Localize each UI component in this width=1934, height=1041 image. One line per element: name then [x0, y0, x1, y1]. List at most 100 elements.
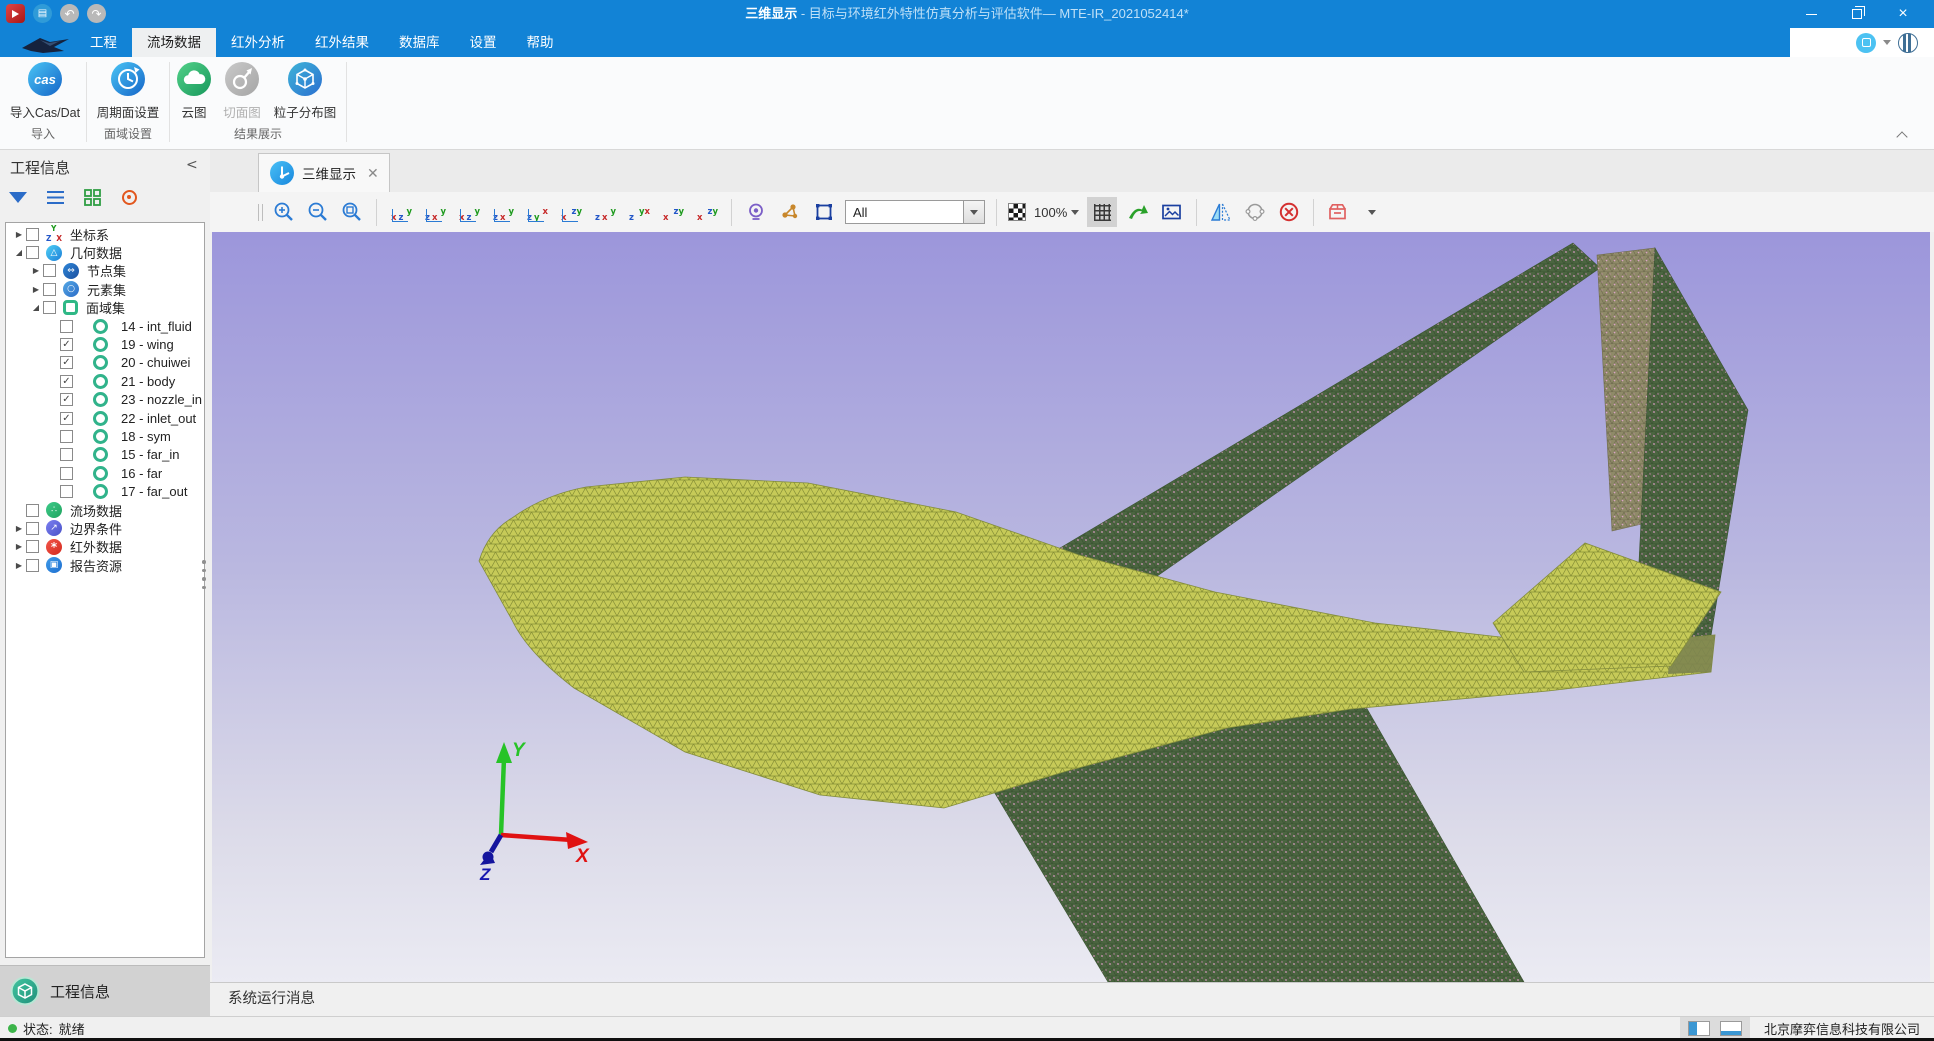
particle-distribution-button[interactable]: 粒子分布图 — [267, 60, 343, 121]
tree-checkbox[interactable] — [26, 504, 39, 517]
view-preset-7-button[interactable]: yzx — [592, 199, 618, 225]
tree-item-label[interactable]: 19 - wing — [121, 337, 174, 352]
tree-row[interactable]: ◢ 面域集 — [6, 299, 204, 317]
view-preset-5-button[interactable]: xzy — [524, 199, 550, 225]
tree-checkbox[interactable] — [26, 246, 39, 259]
tree-expander-icon[interactable]: ▶ — [12, 524, 26, 533]
tree-row[interactable]: ∴流场数据 — [6, 501, 204, 519]
archive-dropdown-caret[interactable] — [1359, 198, 1385, 226]
view-preset-2-button[interactable]: yzx — [422, 199, 448, 225]
tree-item-label[interactable]: 22 - inlet_out — [121, 411, 196, 426]
list-mode-button[interactable] — [41, 184, 69, 210]
view-preset-4-button[interactable]: yzx — [490, 199, 516, 225]
view-preset-9-button[interactable]: zyx — [660, 199, 686, 225]
menu-tab-红外分析[interactable]: 红外分析 — [216, 28, 300, 57]
tree-row[interactable]: ✓ 22 - inlet_out — [6, 409, 204, 427]
tree-row[interactable]: ✓ 20 - chuiwei — [6, 354, 204, 372]
view-preset-1-button[interactable]: yxz — [388, 199, 414, 225]
layout-style-button[interactable] — [1898, 33, 1918, 53]
3d-viewport[interactable]: Y X Z — [212, 232, 1930, 982]
tree-checkbox[interactable]: ✓ — [60, 356, 73, 369]
tree-checkbox[interactable] — [60, 320, 73, 333]
console-layout-icon[interactable] — [1720, 1021, 1742, 1036]
tree-row[interactable]: ▶↗边界条件 — [6, 519, 204, 537]
select-box-button[interactable] — [811, 198, 837, 226]
archive-button[interactable] — [1325, 198, 1351, 226]
tree-row[interactable]: ◢△几何数据 — [6, 243, 204, 261]
view-preset-3-button[interactable]: yxz — [456, 199, 482, 225]
menu-tab-工程[interactable]: 工程 — [75, 28, 132, 57]
redo-button[interactable]: ↷ — [87, 4, 106, 23]
mirror-button[interactable] — [1208, 198, 1234, 226]
tree-checkbox[interactable] — [43, 301, 56, 314]
zoom-in-button[interactable] — [271, 198, 297, 226]
tree-item-label[interactable]: 节点集 — [87, 261, 126, 280]
tree-item-label[interactable]: 23 - nozzle_in — [121, 392, 202, 407]
locate-button[interactable] — [115, 184, 143, 210]
tree-item-label[interactable]: 报告资源 — [70, 556, 122, 575]
tree-expander-icon[interactable]: ▶ — [12, 561, 26, 570]
view-preset-10-button[interactable]: zyx — [694, 199, 720, 225]
tree-checkbox[interactable]: ✓ — [60, 338, 73, 351]
zoom-fit-button[interactable] — [339, 198, 365, 226]
save-button[interactable]: ▤ — [33, 4, 52, 23]
combo-dropdown-button[interactable] — [963, 201, 984, 223]
tree-item-label[interactable]: 流场数据 — [70, 501, 122, 520]
tree-checkbox[interactable] — [26, 540, 39, 553]
tree-item-label[interactable]: 红外数据 — [70, 537, 122, 556]
tree-row[interactable]: 15 - far_in — [6, 446, 204, 464]
tree-row[interactable]: ▶YZX坐标系 — [6, 225, 204, 243]
transparency-icon[interactable] — [1008, 203, 1026, 221]
tree-item-label[interactable]: 元素集 — [87, 280, 126, 299]
project-tree[interactable]: ▶YZX坐标系◢△几何数据▶⇔节点集▶○元素集 ◢ 面域集 14 - int_flui… — [5, 222, 205, 958]
tree-item-label[interactable]: 坐标系 — [70, 225, 109, 244]
toolbar-grip[interactable] — [258, 204, 263, 221]
menu-tab-流场数据[interactable]: 流场数据 — [132, 28, 216, 57]
tree-row[interactable]: ▶▣报告资源 — [6, 556, 204, 574]
cancel-button[interactable] — [1276, 198, 1302, 226]
panel-layout-icon[interactable] — [1688, 1021, 1710, 1036]
tree-row[interactable]: ▶○元素集 — [6, 280, 204, 298]
tree-row[interactable]: 18 - sym — [6, 427, 204, 445]
tree-checkbox[interactable]: ✓ — [60, 412, 73, 425]
tree-row[interactable]: ▶⇔节点集 — [6, 262, 204, 280]
tree-item-label[interactable]: 20 - chuiwei — [121, 355, 190, 370]
mesh-toggle-button[interactable] — [1087, 197, 1117, 227]
opacity-control[interactable]: 100% — [1034, 205, 1079, 220]
tree-checkbox[interactable] — [26, 522, 39, 535]
tree-item-label[interactable]: 14 - int_fluid — [121, 319, 192, 334]
tree-row[interactable]: 17 - far_out — [6, 482, 204, 500]
panel-splitter-handle[interactable] — [202, 560, 206, 589]
tree-expander-icon[interactable]: ◢ — [29, 303, 43, 312]
tree-expander-icon[interactable]: ▶ — [29, 285, 43, 294]
tree-checkbox[interactable] — [26, 228, 39, 241]
panel-footer-tab[interactable]: 工程信息 — [0, 965, 210, 1016]
contour-plot-button[interactable]: 云图 — [172, 60, 216, 121]
export-button[interactable] — [1125, 198, 1151, 226]
tree-item-label[interactable]: 几何数据 — [70, 243, 122, 262]
tree-row[interactable]: ✓ 19 - wing — [6, 335, 204, 353]
menu-tab-帮助[interactable]: 帮助 — [512, 28, 569, 57]
tree-row[interactable]: 16 - far — [6, 464, 204, 482]
tree-item-label[interactable]: 边界条件 — [70, 519, 122, 538]
tree-expander-icon[interactable]: ▶ — [29, 266, 43, 275]
tree-checkbox[interactable] — [60, 430, 73, 443]
theme-style-button[interactable] — [1856, 33, 1876, 53]
zoom-out-button[interactable] — [305, 198, 331, 226]
tree-checkbox[interactable] — [60, 467, 73, 480]
tree-item-label[interactable]: 面域集 — [86, 298, 125, 317]
close-button[interactable]: × — [1880, 0, 1926, 28]
tree-row[interactable]: ✓23 - nozzle_in — [6, 391, 204, 409]
panel-collapse-button[interactable]: < — [186, 157, 198, 173]
tree-row[interactable]: 14 - int_fluid — [6, 317, 204, 335]
filter-button[interactable] — [4, 184, 32, 210]
view-preset-6-button[interactable]: zyx — [558, 199, 584, 225]
tree-checkbox[interactable] — [26, 559, 39, 572]
tree-row[interactable]: ✓21 - body — [6, 372, 204, 390]
tree-checkbox[interactable] — [43, 264, 56, 277]
tree-expander-icon[interactable]: ▶ — [12, 542, 26, 551]
minimize-button[interactable] — [1788, 0, 1834, 28]
tree-item-label[interactable]: 16 - far — [121, 466, 162, 481]
view-preset-8-button[interactable]: yxz — [626, 199, 652, 225]
tree-expander-icon[interactable]: ▶ — [12, 230, 26, 239]
